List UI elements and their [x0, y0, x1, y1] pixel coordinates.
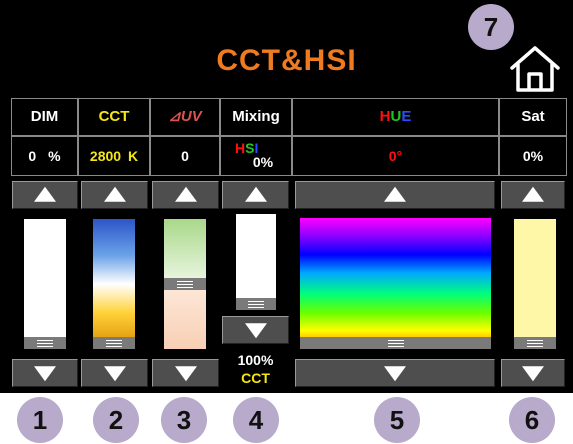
uv-slider[interactable]: [164, 219, 206, 349]
dim-value-number: 0: [28, 148, 37, 164]
arrow-up-icon: [522, 186, 544, 202]
cct-value-unit: K: [127, 148, 139, 164]
uv-down-button[interactable]: [152, 359, 219, 387]
sat-slider[interactable]: [514, 219, 556, 349]
cct-percent: 100%: [237, 352, 274, 368]
hue-label: HUE: [379, 108, 412, 125]
mixing-up-button[interactable]: [222, 181, 289, 209]
arrow-down-icon: [103, 366, 126, 382]
dim-header: DIM: [11, 98, 78, 136]
callout-badge-6: 6: [509, 397, 555, 443]
uv-header: ⊿UV: [150, 98, 220, 136]
cct-up-button[interactable]: [81, 181, 148, 209]
mixing-slider[interactable]: [236, 214, 276, 310]
arrow-down-icon: [34, 366, 56, 382]
mixing-hsi-value: HSI 0%: [220, 136, 292, 176]
slider-handle[interactable]: [514, 337, 556, 349]
callout-badge-2: 2: [93, 397, 139, 443]
dim-down-button[interactable]: [12, 359, 78, 387]
dim-value: 0 %: [11, 136, 78, 176]
hsi-percent: 0%: [252, 154, 274, 170]
uv-value: 0: [150, 136, 220, 176]
dim-slider[interactable]: [24, 219, 66, 349]
cct-header: CCT: [78, 98, 150, 136]
slider-handle[interactable]: [24, 337, 66, 349]
sat-value: 0%: [499, 136, 567, 176]
sat-down-button[interactable]: [501, 359, 565, 387]
dim-up-button[interactable]: [12, 181, 78, 209]
arrow-down-icon: [174, 366, 197, 382]
cct-down-button[interactable]: [81, 359, 148, 387]
hue-value: 0°: [292, 136, 499, 176]
callout-badge-3: 3: [161, 397, 207, 443]
slider-handle[interactable]: [164, 278, 206, 290]
cct-value-number: 2800: [89, 148, 122, 164]
arrow-up-icon: [174, 186, 197, 202]
cct-slider[interactable]: [93, 219, 135, 349]
hue-header: HUE: [292, 98, 499, 136]
sat-up-button[interactable]: [501, 181, 565, 209]
hue-down-button[interactable]: [295, 359, 495, 387]
arrow-up-icon: [244, 186, 267, 202]
arrow-down-icon: [384, 366, 406, 382]
page-title: CCT&HSI: [216, 44, 357, 77]
arrow-up-icon: [384, 186, 406, 202]
arrow-down-icon: [244, 323, 267, 339]
slider-handle[interactable]: [236, 298, 276, 310]
arrow-down-icon: [522, 366, 544, 382]
mixing-cct-readout: 100% CCT: [222, 349, 289, 389]
hue-up-button[interactable]: [295, 181, 495, 209]
home-button[interactable]: [506, 42, 564, 96]
cct-value: 2800 K: [78, 136, 150, 176]
callout-badge-1: 1: [17, 397, 63, 443]
arrow-up-icon: [103, 186, 126, 202]
uv-up-button[interactable]: [152, 181, 219, 209]
hue-slider[interactable]: [300, 218, 491, 349]
home-icon: [510, 46, 560, 92]
callout-badge-4: 4: [233, 397, 279, 443]
slider-handle[interactable]: [93, 337, 135, 349]
callout-badge-5: 5: [374, 397, 420, 443]
cct-mix-label: CCT: [241, 370, 270, 386]
sat-header: Sat: [499, 98, 567, 136]
mixing-down-button[interactable]: [222, 316, 289, 344]
slider-handle[interactable]: [300, 337, 491, 349]
hsi-label: HSI: [235, 140, 259, 156]
mixing-header: Mixing: [220, 98, 292, 136]
arrow-up-icon: [34, 186, 56, 202]
dim-value-unit: %: [48, 148, 61, 164]
